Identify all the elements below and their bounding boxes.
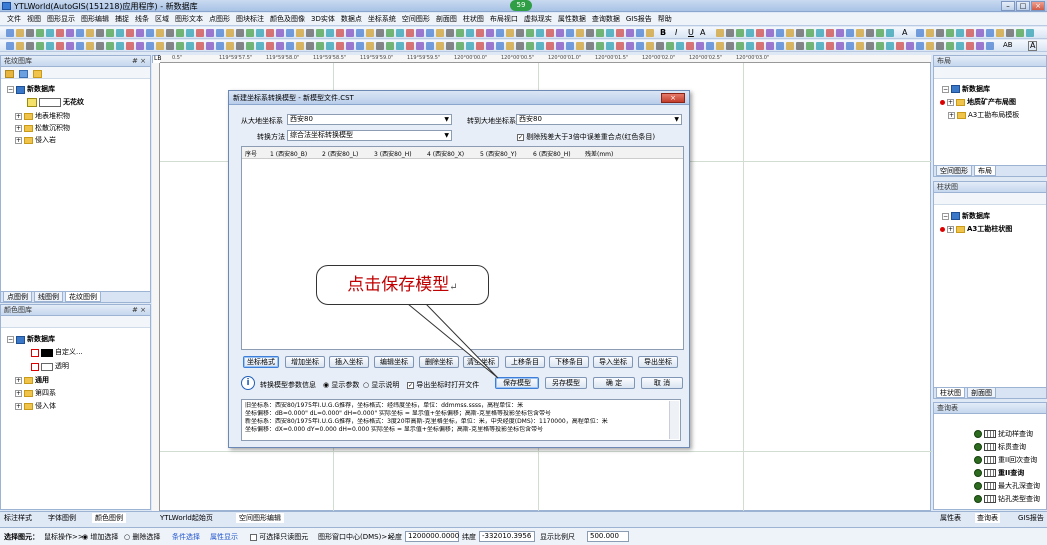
callout-text: 点击保存模型 <box>347 275 450 295</box>
return-mark-icon: ↵ <box>449 282 458 293</box>
annotation-callout: 点击保存模型↵ <box>316 265 489 305</box>
callout-pointer <box>406 303 499 379</box>
